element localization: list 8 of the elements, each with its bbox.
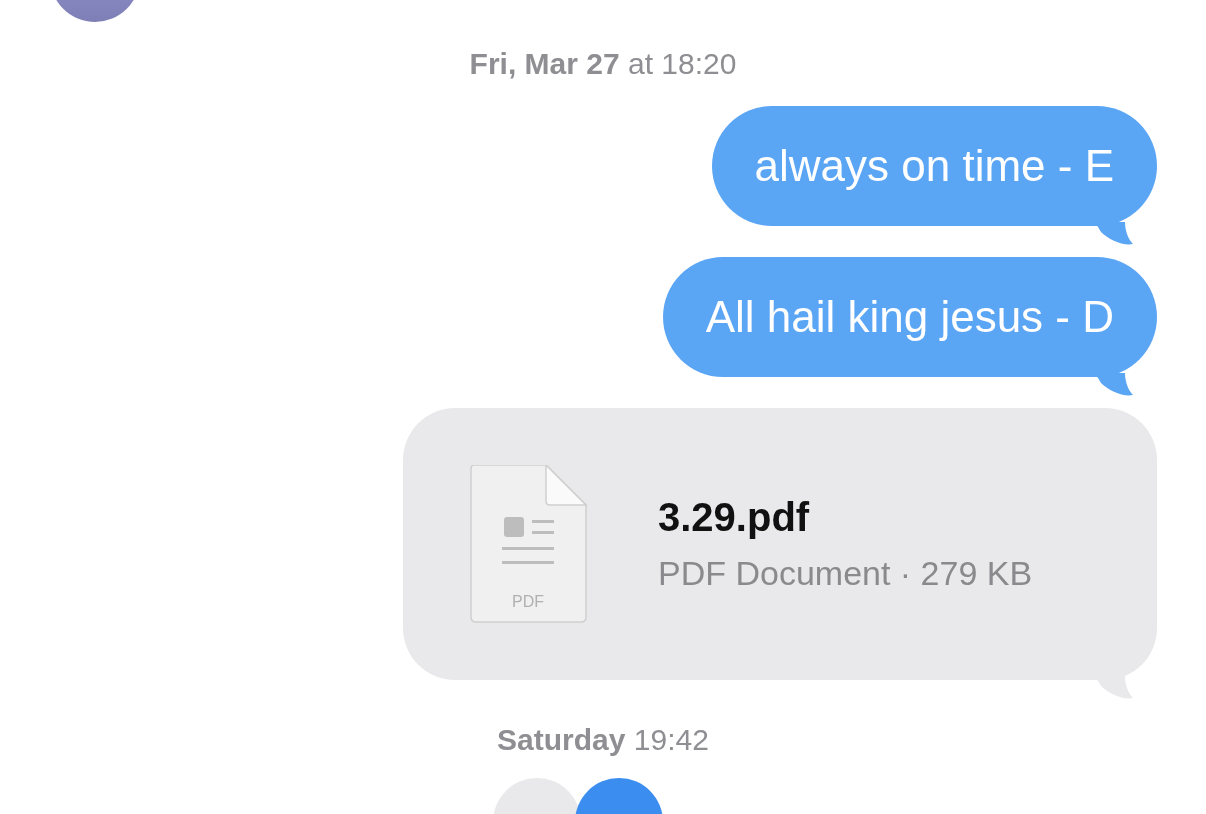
file-details: PDF Document · 279 KB xyxy=(658,554,1033,593)
message-text: always on time - E xyxy=(754,141,1114,191)
file-name: 3.29.pdf xyxy=(658,495,811,540)
message-text: All hail king jesus - D xyxy=(705,292,1114,342)
document-icon: PDF xyxy=(470,465,588,623)
timestamp: Fri, Mar 27 at 18:20 xyxy=(469,46,737,82)
timestamp: Saturday 19:42 xyxy=(497,722,709,758)
file-attachment[interactable]: PDF 3.29.pdf PDF Document · 279 KB xyxy=(403,408,1157,680)
